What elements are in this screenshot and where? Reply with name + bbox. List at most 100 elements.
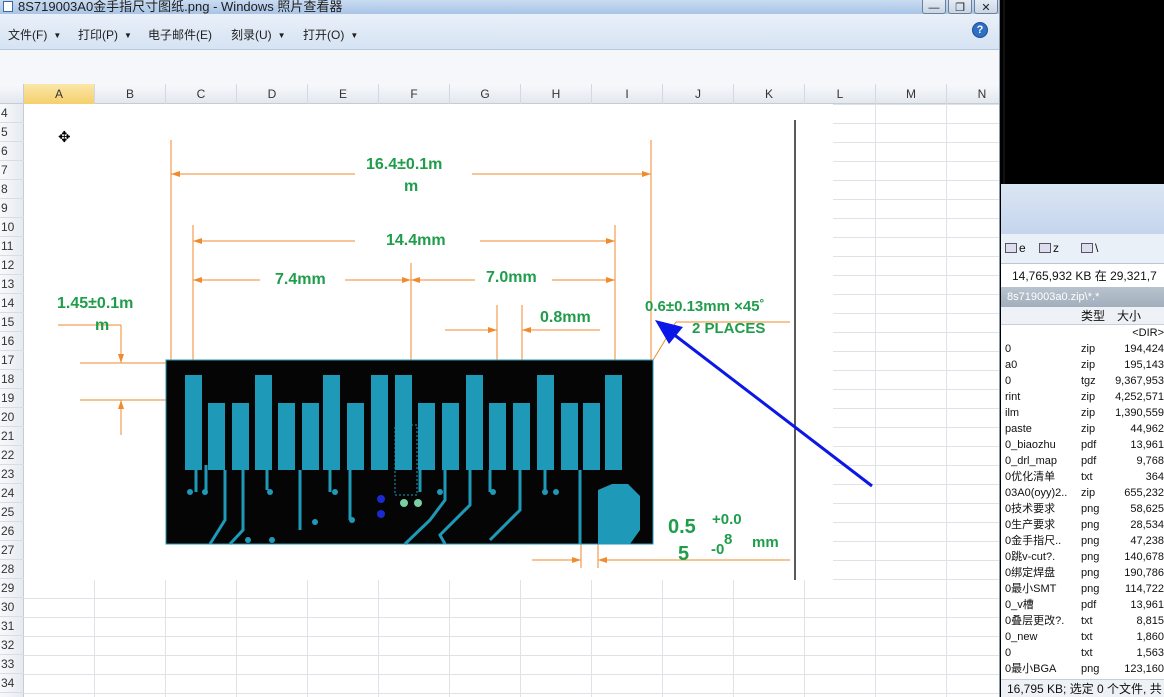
gold-finger xyxy=(561,403,578,470)
file-type: pdf xyxy=(1081,599,1097,611)
file-type: txt xyxy=(1081,631,1093,643)
file-name: 0_new xyxy=(1005,631,1038,643)
dim-thickness-cont: 5 xyxy=(678,543,690,565)
file-type: png xyxy=(1081,567,1100,579)
file-name: ilm xyxy=(1005,407,1020,419)
file-name: 0绑定焊盘 xyxy=(1005,567,1056,579)
file-name: 0_v槽 xyxy=(1005,599,1034,611)
gold-finger xyxy=(208,403,225,470)
file-row[interactable]: ilm zip 1,390,559 xyxy=(1001,405,1164,421)
file-type: pdf xyxy=(1081,439,1097,451)
file-size: 194,424 xyxy=(1124,343,1164,355)
file-type: png xyxy=(1081,583,1100,595)
gold-finger xyxy=(278,403,295,470)
dim-pitch: 0.8mm xyxy=(540,309,591,326)
drive-e-button[interactable]: e xyxy=(1005,241,1026,255)
dim-overall-width-unit: m xyxy=(404,178,419,195)
file-row[interactable]: 0绑定焊盘 png 190,786 xyxy=(1001,565,1164,581)
gold-finger xyxy=(418,403,435,470)
gold-finger xyxy=(302,403,319,470)
file-name: 0 xyxy=(1005,647,1012,659)
file-row[interactable]: a0 zip 195,143 xyxy=(1001,357,1164,373)
gold-finger xyxy=(537,375,554,470)
dim-tol-8: 8 xyxy=(724,531,733,548)
current-path[interactable]: 8s719003a0.zip\*.* xyxy=(1001,287,1164,307)
size-column-header[interactable]: 大小 xyxy=(1117,307,1141,325)
dim-tol-minus: -0 xyxy=(711,541,725,558)
file-status-bar: 16,795 KB; 选定 0 个文件, 共 xyxy=(1001,679,1164,697)
gold-finger xyxy=(371,375,388,470)
file-size: 9,768 xyxy=(1136,455,1164,467)
file-row[interactable]: paste zip 44,962 xyxy=(1001,421,1164,437)
file-size: 190,786 xyxy=(1124,567,1164,579)
drive-z-button[interactable]: z xyxy=(1039,241,1059,255)
file-size: 140,678 xyxy=(1124,551,1164,563)
file-size: 1,390,559 xyxy=(1115,407,1164,419)
gold-finger xyxy=(489,403,506,470)
dim-left-span: 7.4mm xyxy=(275,271,326,288)
file-row[interactable]: 0最小SMT png 114,722 xyxy=(1001,581,1164,597)
file-name: 03A0(oyy)2.. xyxy=(1005,487,1068,499)
gold-finger xyxy=(185,375,202,470)
file-row[interactable]: 0_biaozhu pdf 13,961 xyxy=(1001,437,1164,453)
file-name: 0跳v-cut?. xyxy=(1005,551,1056,563)
gold-finger xyxy=(232,403,249,470)
disk-info: 14,765,932 KB 在 29,321,7 xyxy=(1001,265,1164,287)
file-row[interactable]: 0金手指尺.. png 47,238 xyxy=(1001,533,1164,549)
file-name: 0 xyxy=(1005,343,1012,355)
dimension-drawing xyxy=(58,120,873,580)
dim-finger-span: 14.4mm xyxy=(386,232,446,249)
file-type: png xyxy=(1081,519,1100,531)
file-row[interactable]: 0 txt 1,563 xyxy=(1001,645,1164,661)
file-row[interactable]: 0最小BGA png 123,160 xyxy=(1001,661,1164,677)
file-type: zip xyxy=(1081,407,1096,419)
file-type: txt xyxy=(1081,647,1093,659)
file-row[interactable]: 0跳v-cut?. png 140,678 xyxy=(1001,549,1164,565)
file-row[interactable]: 0_v槽 pdf 13,961 xyxy=(1001,597,1164,613)
file-type: png xyxy=(1081,503,1100,515)
gold-finger xyxy=(323,375,340,470)
file-size: 1,860 xyxy=(1136,631,1164,643)
file-size: 364 xyxy=(1145,471,1164,483)
file-row[interactable]: 0 tgz 9,367,953 xyxy=(1001,373,1164,389)
file-row[interactable]: 0优化清单 txt 364 xyxy=(1001,469,1164,485)
file-row[interactable]: 0叠层更改?. txt 8,815 xyxy=(1001,613,1164,629)
file-name: rint xyxy=(1005,391,1021,403)
file-name: 0_biaozhu xyxy=(1005,439,1056,451)
file-row[interactable]: 0_drl_map pdf 9,768 xyxy=(1001,453,1164,469)
file-name: 0最小SMT xyxy=(1005,583,1057,595)
file-size: 28,534 xyxy=(1130,519,1164,531)
type-column-header[interactable]: 类型 xyxy=(1081,307,1105,325)
file-row[interactable]: 0技术要求 png 58,625 xyxy=(1001,501,1164,517)
file-name: 0技术要求 xyxy=(1005,503,1056,515)
file-row[interactable]: rint zip 4,252,571 xyxy=(1001,389,1164,405)
file-row[interactable]: 0 zip 194,424 xyxy=(1001,341,1164,357)
file-size: 114,722 xyxy=(1125,583,1164,595)
file-list-header: 类型 大小 xyxy=(1001,307,1164,325)
file-manager-panel: e z \ 14,765,932 KB 在 29,321,7 8s719003a… xyxy=(1001,184,1164,697)
file-name: 0金手指尺.. xyxy=(1005,535,1062,547)
file-size: 44,962 xyxy=(1130,423,1164,435)
dim-chamfer-places: 2 PLACES xyxy=(692,320,766,337)
dim-right-span: 7.0mm xyxy=(486,269,537,286)
drive-icon xyxy=(1005,243,1017,253)
blue-annotation-arrow xyxy=(655,320,873,488)
file-size: 195,143 xyxy=(1124,359,1164,371)
gold-finger xyxy=(583,403,600,470)
file-row[interactable]: 0生产要求 png 28,534 xyxy=(1001,517,1164,533)
dim-tol-unit: mm xyxy=(752,534,779,551)
dim-tol-plus: +0.0 xyxy=(712,511,742,528)
file-name: a0 xyxy=(1005,359,1018,371)
file-row[interactable]: <DIR> xyxy=(1001,325,1164,341)
file-type: zip xyxy=(1081,487,1096,499)
file-name: 0叠层更改?. xyxy=(1005,615,1065,627)
file-row[interactable]: 0_new txt 1,860 xyxy=(1001,629,1164,645)
file-type: txt xyxy=(1081,471,1093,483)
file-row[interactable]: 03A0(oyy)2.. zip 655,232 xyxy=(1001,485,1164,501)
file-manager-header xyxy=(1001,184,1164,234)
dim-overall-width: 16.4±0.1m xyxy=(366,156,443,173)
tree-button[interactable]: \ xyxy=(1081,241,1098,255)
gold-finger xyxy=(347,403,364,470)
dim-finger-height: 1.45±0.1m xyxy=(57,295,134,312)
file-size: 13,961 xyxy=(1130,439,1164,451)
